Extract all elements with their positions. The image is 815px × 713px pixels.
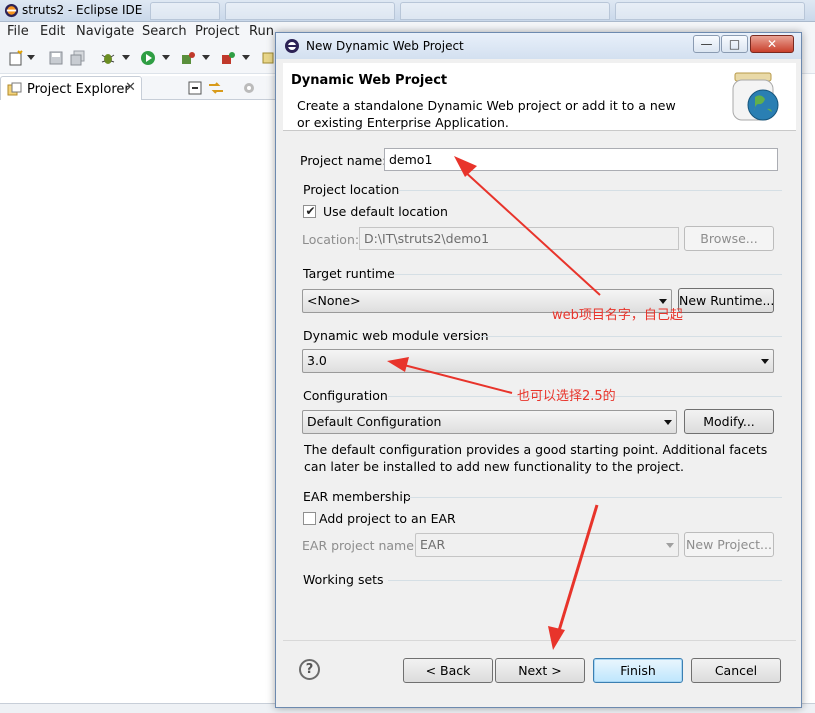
back-button[interactable]: < Back	[403, 658, 493, 683]
external-tools-dropdown-icon[interactable]	[202, 55, 210, 60]
view-toolbar	[142, 76, 276, 100]
dialog-titlebar: New Dynamic Web Project — □ ✕	[276, 33, 801, 59]
group-line	[409, 497, 782, 498]
eclipse-titlebar: struts2 - Eclipse IDE	[0, 0, 815, 22]
run-icon[interactable]	[140, 50, 156, 66]
new-dynamic-web-project-dialog: New Dynamic Web Project — □ ✕ Dynamic We…	[275, 32, 802, 708]
chevron-down-icon	[666, 543, 674, 548]
project-explorer-tab[interactable]: Project Explorer ✕	[0, 76, 142, 100]
close-icon: ✕	[766, 37, 778, 51]
chevron-down-icon	[761, 359, 769, 364]
ear-project-name-value: EAR	[420, 537, 446, 552]
next-button[interactable]: Next >	[495, 658, 585, 683]
eclipse-icon	[285, 39, 299, 53]
project-explorer-label: Project Explorer	[27, 82, 130, 97]
use-default-location-checkbox[interactable]: ✔	[303, 204, 316, 218]
background-tab	[225, 2, 395, 20]
background-tab	[150, 2, 220, 20]
ear-project-name-select[interactable]: EAR	[415, 533, 679, 557]
target-runtime-group-title: Target runtime	[303, 266, 395, 281]
background-tab	[615, 2, 805, 20]
web-project-jar-icon	[732, 72, 779, 121]
toolbar-more-icon[interactable]	[262, 50, 274, 66]
menu-edit[interactable]: Edit	[40, 24, 65, 39]
minimize-button[interactable]: —	[693, 35, 720, 53]
ear-project-name-label: EAR project name:	[302, 538, 419, 553]
button-bar-separator	[283, 640, 796, 641]
new-dropdown-icon[interactable]	[27, 55, 35, 60]
project-name-label: Project name:	[300, 153, 387, 168]
menu-file[interactable]: File	[7, 24, 29, 39]
wizard-header: Dynamic Web Project Create a standalone …	[283, 63, 796, 131]
view-menu-icon[interactable]	[242, 81, 256, 95]
menu-project[interactable]: Project	[195, 24, 239, 39]
working-sets-group-title: Working sets	[303, 572, 384, 587]
debug-dropdown-icon[interactable]	[122, 55, 130, 60]
minimize-icon: —	[700, 37, 713, 51]
configuration-group-title: Configuration	[303, 388, 388, 403]
use-default-location-label: Use default location	[323, 204, 448, 219]
cancel-button[interactable]: Cancel	[691, 658, 781, 683]
wizard-title: Dynamic Web Project	[291, 73, 448, 88]
eclipse-window-title: struts2 - Eclipse IDE	[22, 3, 143, 17]
group-line	[398, 190, 782, 191]
new-project-button[interactable]: New Project...	[684, 532, 774, 557]
configuration-select[interactable]: Default Configuration	[302, 410, 677, 434]
project-explorer-icon	[7, 82, 22, 96]
external-tools-icon[interactable]	[180, 50, 196, 66]
link-with-editor-icon[interactable]	[208, 81, 224, 95]
configuration-value: Default Configuration	[307, 414, 442, 429]
help-icon[interactable]: ?	[299, 659, 320, 680]
add-to-ear-checkbox[interactable]	[303, 512, 316, 525]
location-input[interactable]: D:\IT\struts2\demo1	[359, 227, 679, 250]
background-tab	[400, 2, 610, 20]
save-icon[interactable]	[48, 50, 64, 66]
new-icon[interactable]	[8, 50, 24, 66]
configuration-description: The default configuration provides a goo…	[304, 442, 768, 474]
project-name-annotation: web项目名字，自己起	[552, 308, 683, 323]
wizard-description: Create a standalone Dynamic Web project …	[297, 98, 676, 130]
module-version-select[interactable]: 3.0	[302, 349, 774, 373]
run-dropdown-icon[interactable]	[162, 55, 170, 60]
version-annotation: 也可以选择2.5的	[517, 389, 616, 404]
save-all-icon[interactable]	[70, 50, 86, 66]
menu-navigate[interactable]: Navigate	[76, 24, 134, 39]
group-line	[388, 580, 782, 581]
project-explorer-body	[0, 100, 276, 703]
add-to-ear-label: Add project to an EAR	[319, 511, 456, 526]
finish-button[interactable]: Finish	[593, 658, 683, 683]
maximize-icon: □	[728, 37, 741, 51]
module-version-value: 3.0	[307, 353, 327, 368]
checkmark-icon: ✔	[305, 204, 316, 218]
coverage-dropdown-icon[interactable]	[242, 55, 250, 60]
chevron-down-icon	[664, 420, 672, 425]
ear-membership-group-title: EAR membership	[303, 489, 411, 504]
collapse-all-icon[interactable]	[188, 81, 202, 95]
project-location-group-title: Project location	[303, 182, 400, 197]
new-runtime-button[interactable]: New Runtime...	[678, 288, 774, 313]
coverage-icon[interactable]	[220, 50, 236, 66]
eclipse-icon	[4, 3, 19, 18]
close-icon[interactable]: ✕	[125, 80, 136, 95]
group-line	[394, 274, 782, 275]
target-runtime-value: <None>	[307, 293, 361, 308]
group-line	[478, 336, 782, 337]
menu-run[interactable]: Run	[249, 24, 274, 39]
location-label: Location:	[302, 232, 360, 247]
dialog-title: New Dynamic Web Project	[306, 39, 464, 53]
close-button[interactable]: ✕	[750, 35, 794, 53]
modify-button[interactable]: Modify...	[684, 409, 774, 434]
menu-search[interactable]: Search	[142, 24, 187, 39]
module-version-group-title: Dynamic web module version	[303, 328, 489, 343]
debug-icon[interactable]	[100, 50, 116, 66]
browse-button[interactable]: Browse...	[684, 226, 774, 251]
maximize-button[interactable]: □	[721, 35, 748, 53]
project-name-input[interactable]: demo1	[384, 148, 778, 171]
